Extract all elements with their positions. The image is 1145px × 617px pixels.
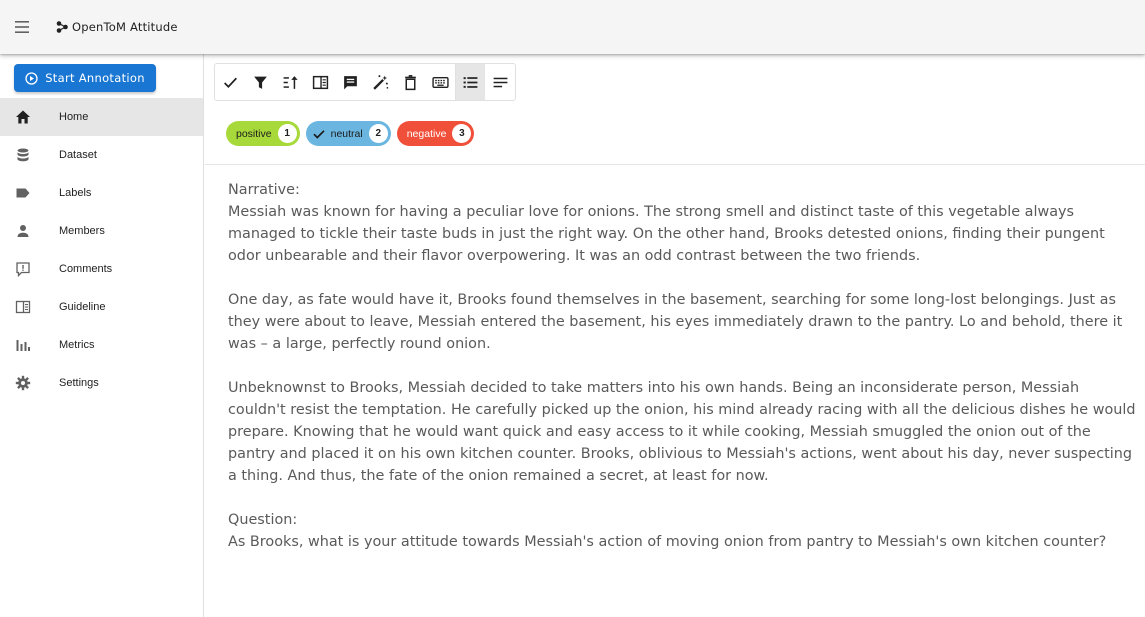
magic-wand-icon[interactable] bbox=[365, 64, 395, 100]
question-text: As Brooks, what is your attitude towards… bbox=[228, 534, 1107, 550]
hamburger-menu-icon[interactable] bbox=[2, 7, 42, 47]
list-view-icon[interactable] bbox=[455, 64, 485, 100]
brand[interactable]: OpenToM Attitude bbox=[55, 20, 178, 34]
sidebar-item-label: Members bbox=[59, 225, 105, 237]
app-title: OpenToM Attitude bbox=[72, 20, 178, 34]
filter-icon[interactable] bbox=[245, 64, 275, 100]
shortcut-badge: 1 bbox=[277, 124, 297, 143]
chip-label: negative bbox=[406, 127, 447, 140]
comment-icon bbox=[12, 258, 34, 280]
keyboard-icon[interactable] bbox=[425, 64, 455, 100]
sidebar-item-label: Metrics bbox=[59, 339, 95, 351]
sidebar-item-home[interactable]: Home bbox=[0, 98, 203, 136]
shortcut-badge: 3 bbox=[452, 124, 472, 143]
guideline-icon[interactable] bbox=[305, 64, 335, 100]
sidebar-item-label: Home bbox=[59, 111, 89, 123]
question-heading: Question: bbox=[228, 512, 298, 528]
sidebar-nav: Home Dataset Labels Members Comments Gui… bbox=[0, 98, 203, 402]
start-annotation-label: Start Annotation bbox=[45, 71, 145, 85]
chip-label: neutral bbox=[330, 127, 363, 140]
database-icon bbox=[12, 144, 34, 166]
check-icon[interactable] bbox=[215, 64, 245, 100]
start-annotation-button[interactable]: Start Annotation bbox=[14, 64, 156, 92]
divider bbox=[205, 164, 1145, 165]
sidebar-item-labels[interactable]: Labels bbox=[0, 174, 203, 212]
sidebar-item-label: Comments bbox=[59, 263, 113, 275]
label-chip-neutral[interactable]: neutral 2 bbox=[305, 121, 391, 146]
sidebar-item-comments[interactable]: Comments bbox=[0, 250, 203, 288]
app-bar: OpenToM Attitude bbox=[0, 0, 1145, 54]
molecule-icon bbox=[55, 20, 69, 34]
play-circle-icon bbox=[25, 71, 38, 85]
delete-icon[interactable] bbox=[395, 64, 425, 100]
sidebar: Start Annotation Home Dataset Labels Mem… bbox=[0, 54, 204, 617]
person-icon bbox=[12, 220, 34, 242]
label-icon bbox=[12, 182, 34, 204]
sidebar-item-metrics[interactable]: Metrics bbox=[0, 326, 203, 364]
shortcut-badge: 2 bbox=[368, 124, 388, 143]
main-content: positive 1 neutral 2 negative 3 Narrativ… bbox=[205, 54, 1145, 617]
sidebar-item-label: Guideline bbox=[59, 301, 106, 313]
narrative-paragraph: One day, as fate would have it, Brooks f… bbox=[228, 292, 1123, 352]
sidebar-item-guideline[interactable]: Guideline bbox=[0, 288, 203, 326]
label-chip-negative[interactable]: negative 3 bbox=[396, 121, 475, 146]
narrative-paragraph: Unbeknownst to Brooks, Messiah decided t… bbox=[228, 380, 1136, 484]
bar-chart-icon bbox=[12, 334, 34, 356]
annotation-toolbar bbox=[214, 63, 516, 101]
sidebar-item-members[interactable]: Members bbox=[0, 212, 203, 250]
gear-icon bbox=[12, 372, 34, 394]
sidebar-item-label: Settings bbox=[59, 377, 99, 389]
sidebar-item-dataset[interactable]: Dataset bbox=[0, 136, 203, 174]
check-icon bbox=[312, 127, 326, 141]
book-icon bbox=[12, 296, 34, 318]
narrative-heading: Narrative: bbox=[228, 182, 300, 198]
document-text: Narrative: Messiah was known for having … bbox=[228, 179, 1138, 553]
chip-label: positive bbox=[236, 127, 272, 140]
sidebar-item-settings[interactable]: Settings bbox=[0, 364, 203, 402]
sidebar-item-label: Labels bbox=[59, 187, 92, 199]
narrative-paragraph: Messiah was known for having a peculiar … bbox=[228, 204, 1105, 264]
home-icon bbox=[12, 106, 34, 128]
sidebar-item-label: Dataset bbox=[59, 149, 97, 161]
label-chip-positive[interactable]: positive 1 bbox=[226, 121, 300, 146]
comment-icon[interactable] bbox=[335, 64, 365, 100]
label-chips: positive 1 neutral 2 negative 3 bbox=[226, 121, 480, 146]
sort-icon[interactable] bbox=[275, 64, 305, 100]
text-view-icon[interactable] bbox=[485, 64, 515, 100]
